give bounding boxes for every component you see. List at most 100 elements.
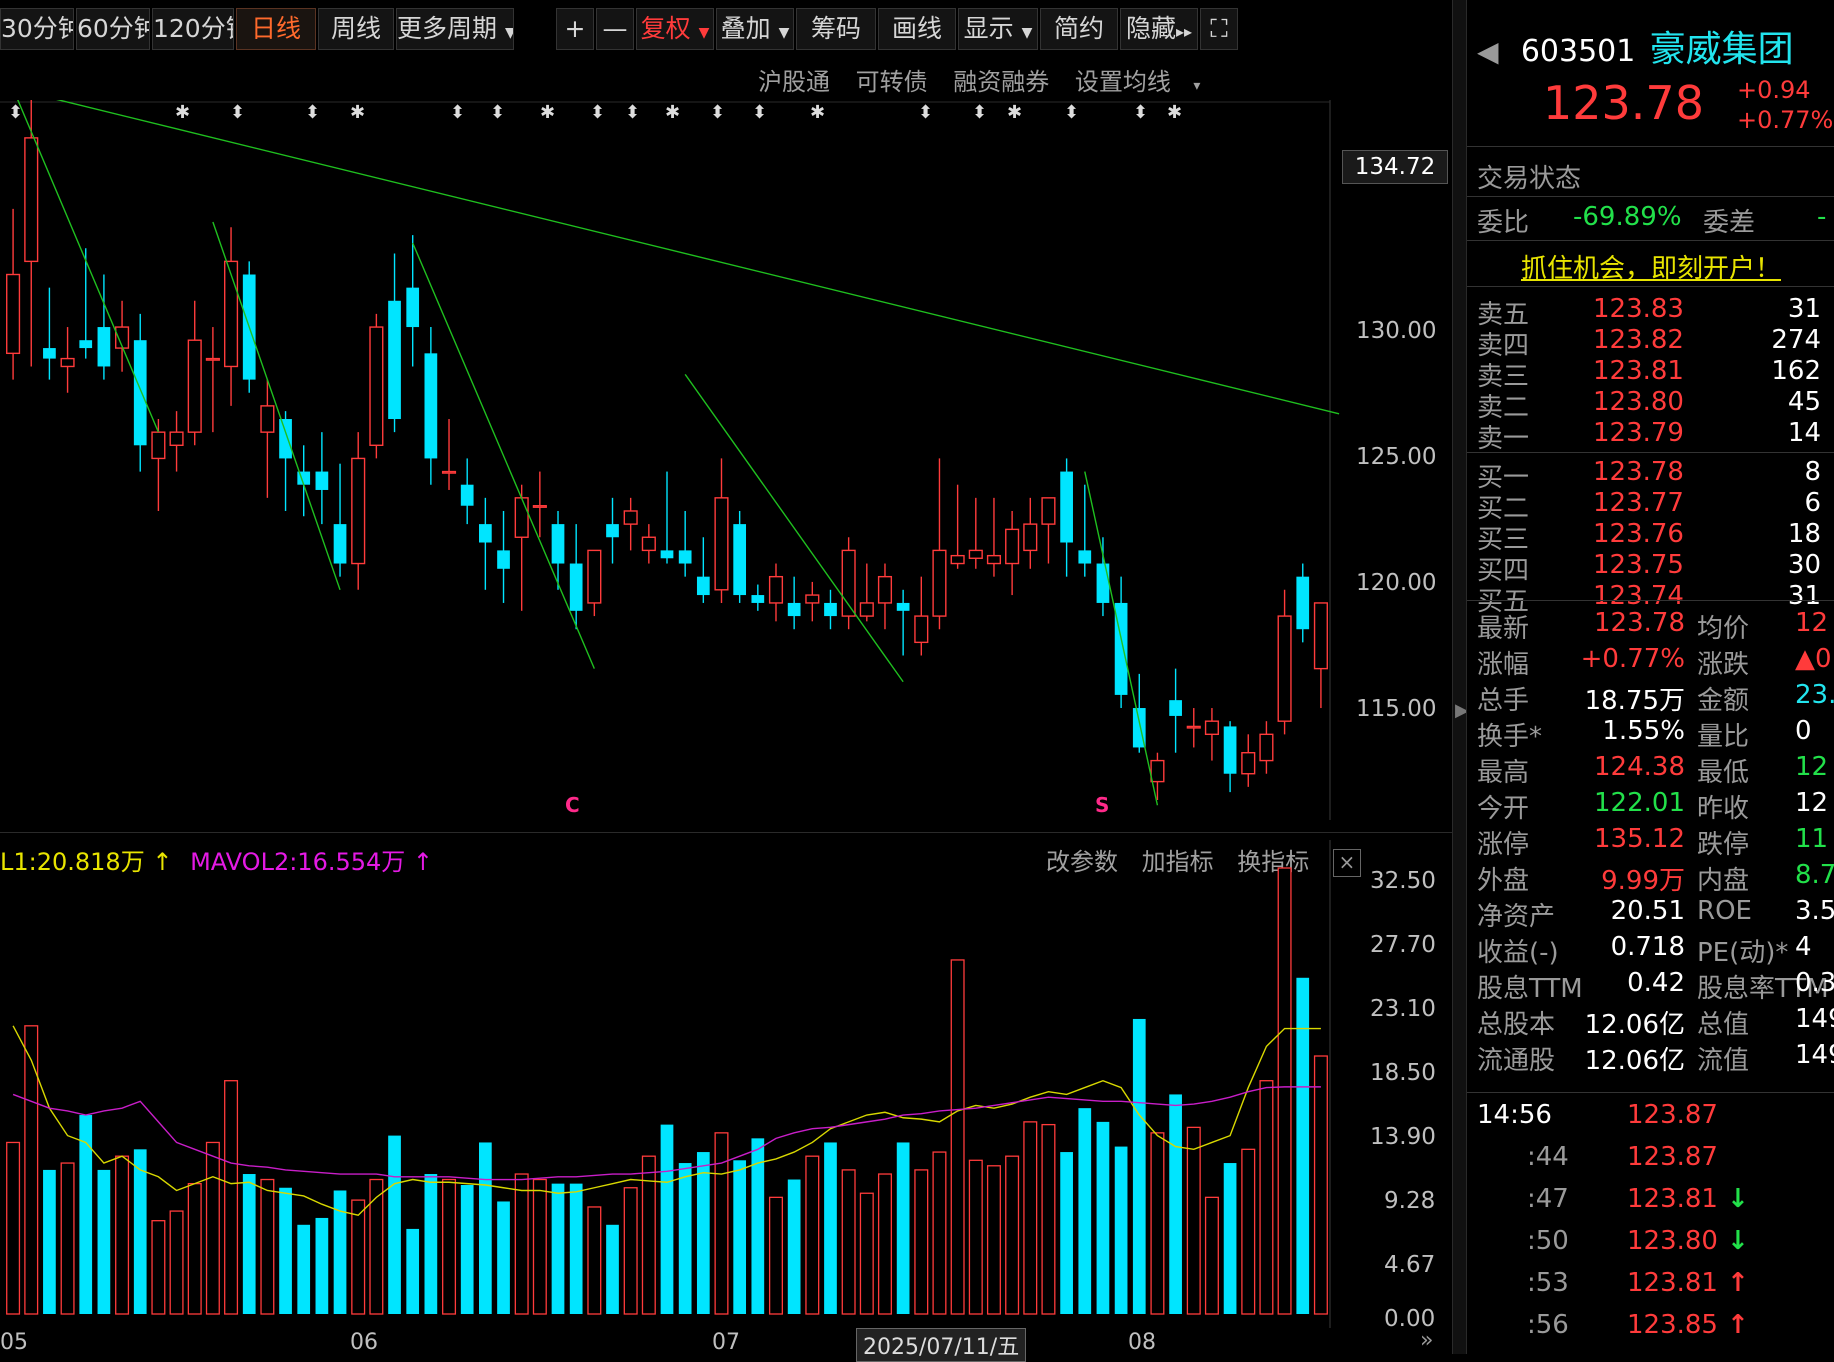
vol-tick: 32.50 [1370, 868, 1436, 894]
volume-bar-down [1114, 1146, 1128, 1314]
crosshair-date-label: 2025/07/11/五 [856, 1328, 1027, 1362]
stat-row: 最高 124.38 最低 12 [1477, 752, 1834, 789]
volume-bar-up [877, 1173, 892, 1315]
volume-bar-up [1313, 1055, 1328, 1315]
stock-name: 豪威集团 [1649, 29, 1794, 70]
stat-label: 均价 [1697, 614, 1750, 644]
vol-tick: 18.50 [1370, 1060, 1436, 1086]
level-price: 123.79 [1593, 418, 1684, 448]
volume-bar-up [1241, 1148, 1256, 1315]
volume-bar-down [497, 1201, 510, 1314]
candle-body-up [623, 510, 638, 525]
tick-time: :44 [1527, 1142, 1569, 1172]
ask-row[interactable]: 卖一 123.79 14 [1477, 418, 1834, 455]
more-periods-dropdown[interactable]: 更多周期 ▼ [396, 8, 514, 50]
event-marker-icon: ⬍ [1133, 102, 1148, 123]
stat-value: 3.5 [1795, 896, 1834, 926]
stat-value: 12 [1795, 608, 1829, 638]
vol-tick: 23.10 [1370, 996, 1436, 1022]
stat-value: 12 [1795, 752, 1829, 782]
candle-body-up [968, 549, 983, 559]
stat-value: 0.3 [1795, 968, 1834, 998]
back-arrow-icon[interactable]: ◀ [1477, 35, 1499, 68]
volume-bar-up [169, 1210, 184, 1315]
period-daily-button[interactable]: 日线 [236, 8, 316, 50]
candle-body-up [1186, 725, 1201, 729]
volume-bar-up [841, 1169, 856, 1315]
period-120min-button[interactable]: 120分钟 [152, 8, 234, 50]
candle-body-down [1078, 550, 1092, 564]
date-label: 08 [1128, 1330, 1156, 1355]
date-label: 05 [0, 1330, 28, 1355]
candle-body-up [950, 554, 965, 565]
fullscreen-icon[interactable]: ⛶ [1200, 8, 1238, 50]
period-30min-button[interactable]: 30分钟 [0, 8, 74, 50]
candle-body-up [187, 339, 202, 433]
candle-body-down [79, 340, 93, 349]
candle-body-down [460, 484, 474, 506]
stat-value: 18.75万 [1584, 686, 1685, 716]
stat-label: 流通股 [1477, 1046, 1556, 1076]
volume-bar-up [968, 1159, 983, 1315]
candle-body-up [369, 326, 384, 446]
zoom-out-button[interactable]: — [596, 8, 634, 50]
period-weekly-button[interactable]: 周线 [318, 8, 394, 50]
volume-bar-down [79, 1115, 93, 1314]
volume-bar-up [1204, 1196, 1219, 1315]
overlay-dropdown[interactable]: 叠加 ▼ [716, 8, 794, 50]
more-periods-label: 更多周期 [397, 14, 498, 43]
candle-body-up [641, 536, 656, 552]
level-volume: 8 [1804, 457, 1821, 487]
convertible-bond-link[interactable]: 可转债 [856, 68, 928, 96]
volume-bar-down [678, 1163, 692, 1314]
candle-body-up [514, 497, 529, 538]
candle-body-up [986, 554, 1002, 565]
candlestick-chart[interactable]: 137.07 ⬍ ✱ ⬍ ⬍ ✱ ⬍ ⬍ ✱ ⬍ ⬍ ✱ ⬍ ⬍ ✱ ⬍ ⬍ ✱ ⬍ ⬍ ✱ C S [0, 100, 1458, 820]
event-marker-icon: ⬍ [8, 102, 23, 123]
stat-label: 换手* [1477, 722, 1543, 752]
period-60min-button[interactable]: 60分钟 [76, 8, 150, 50]
trade-status-label: 交易状态 [1477, 164, 1582, 194]
volume-chart[interactable] [0, 840, 1458, 1328]
candle-body-up [877, 575, 893, 604]
chart-toolbar: 30分钟 60分钟 120分钟 日线 周线 更多周期 ▼ + — 复权 ▼ 叠加… [0, 0, 1458, 56]
stat-row: 换手* 1.55% 量比 0 [1477, 716, 1834, 753]
candle-body-down [133, 340, 147, 446]
stat-label: 流值 [1697, 1046, 1750, 1076]
panel-splitter[interactable]: ▶ [1452, 0, 1469, 1354]
fuquan-label: 复权 [640, 14, 691, 43]
fuquan-dropdown[interactable]: 复权 ▼ [636, 8, 714, 50]
open-account-link[interactable]: 抓住机会，即刻开户！ [1467, 248, 1834, 285]
display-dropdown[interactable]: 显示 ▼ [958, 8, 1038, 50]
volume-bar-down [1132, 1018, 1146, 1314]
simple-button[interactable]: 简约 [1040, 8, 1118, 50]
price-tick-130: 130.00 [1356, 318, 1437, 344]
stat-label: ROE [1697, 896, 1752, 926]
tick-price: 123.80 [1627, 1226, 1718, 1256]
chips-button[interactable]: 筹码 [796, 8, 876, 50]
stat-label: 内盘 [1697, 866, 1750, 896]
price-change: +0.94 [1737, 76, 1811, 104]
volume-bar-up [260, 1178, 275, 1315]
hugutong-link[interactable]: 沪股通 [758, 68, 830, 96]
ma-settings-dropdown[interactable]: 设置均线 [1075, 68, 1171, 96]
candle-body-up [1241, 752, 1256, 775]
stat-label: 涨跌 [1697, 650, 1750, 680]
stat-label: 量比 [1697, 722, 1750, 752]
weibi-value: -69.89% [1573, 202, 1682, 232]
double-arrow-right-icon[interactable]: » [1420, 1328, 1433, 1353]
level-volume: 45 [1787, 387, 1821, 417]
volume-bar-down [733, 1160, 747, 1314]
candle-body-down [424, 353, 438, 459]
zoom-in-button[interactable]: + [556, 8, 594, 50]
draw-line-button[interactable]: 画线 [878, 8, 956, 50]
stat-label: 总手 [1477, 686, 1530, 716]
volume-bar-down [424, 1174, 438, 1314]
volume-bar-up [805, 1155, 820, 1315]
candle-body-up [60, 357, 75, 368]
hide-button[interactable]: 隐藏▸▸ [1120, 8, 1198, 50]
trend-line [412, 242, 595, 669]
stat-value: 12.06亿 [1584, 1010, 1685, 1040]
margin-trading-link[interactable]: 融资融券 [953, 68, 1049, 96]
stat-value: 1.55% [1602, 716, 1685, 746]
